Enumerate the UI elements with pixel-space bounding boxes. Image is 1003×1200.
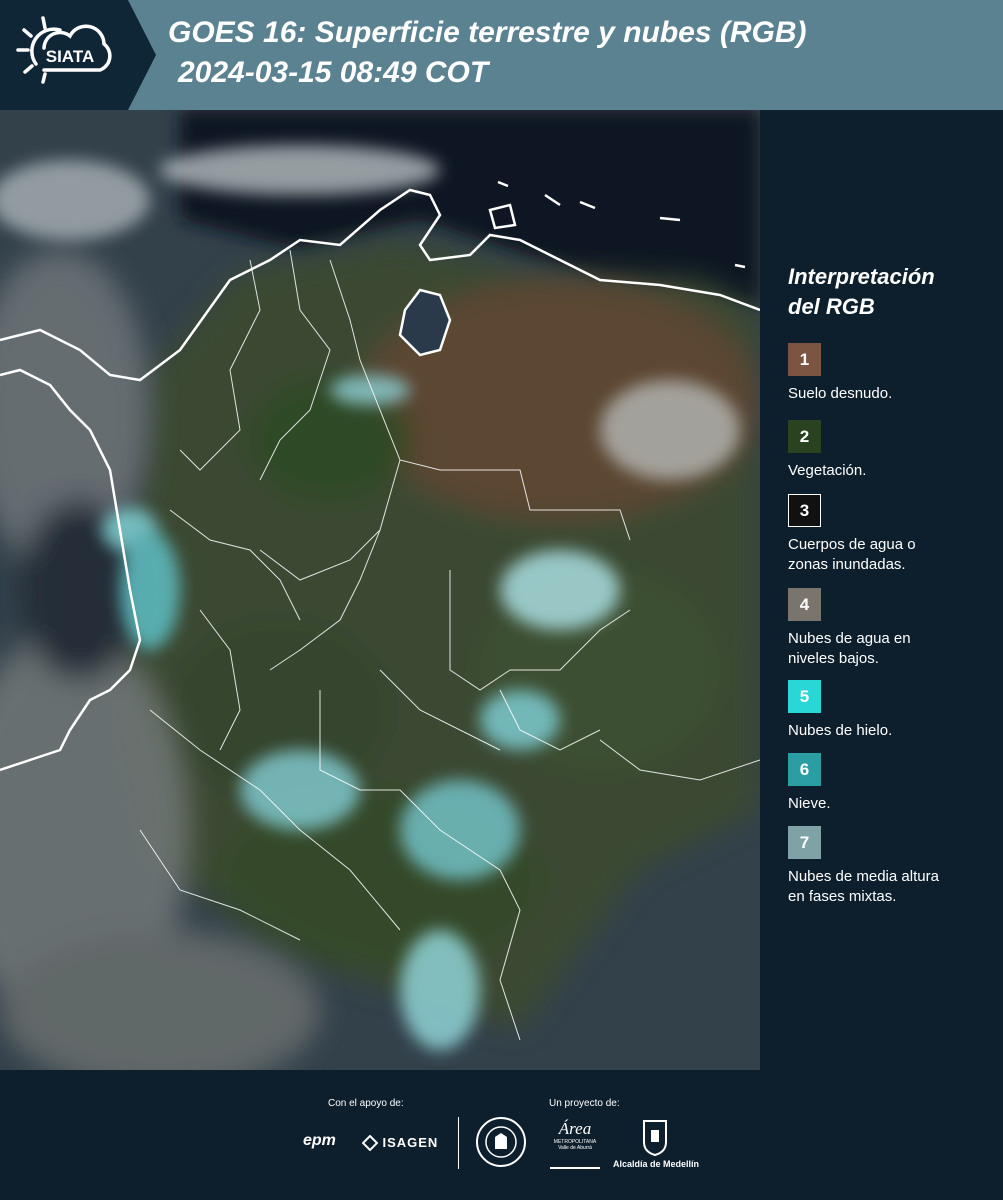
legend-title-line1: Interpretación <box>788 264 935 289</box>
legend-swatch-number: 5 <box>799 686 810 706</box>
legend-swatch-number: 4 <box>799 594 810 614</box>
support-label: Con el apoyo de: <box>328 1098 404 1109</box>
legend-swatch-6: 6 <box>788 753 821 786</box>
legend-item-label: Vegetación. <box>788 462 867 479</box>
legend-swatch-2: 2 <box>788 420 821 453</box>
seal-icon <box>485 1126 517 1158</box>
legend-swatch-number: 6 <box>799 759 810 779</box>
legend-swatch-3: 3 <box>788 494 821 527</box>
footer-divider <box>458 1117 459 1169</box>
legend-item-low-water-clouds: 4 Nubes de agua en niveles bajos. <box>788 588 993 669</box>
project-label: Un proyecto de: <box>549 1098 620 1109</box>
satellite-image <box>0 110 760 1070</box>
area-logo-sub2: Valle de Aburrá <box>558 1145 592 1151</box>
legend-item-label: Nubes de media altura en fases mixtas. <box>788 868 939 905</box>
legend-swatch-5: 5 <box>788 680 821 713</box>
legend-item-label: Nubes de agua en niveles bajos. <box>788 630 911 667</box>
legend-item-snow: 6 Nieve. <box>788 753 993 814</box>
area-logo-text: Área <box>558 1119 592 1138</box>
legend-panel: Interpretación del RGB 1 Suelo desnudo. … <box>760 110 1003 1070</box>
alcaldia-shield-logo <box>640 1118 670 1157</box>
isagen-label: ISAGEN <box>382 1135 439 1150</box>
legend-item-label: Nieve. <box>788 795 831 812</box>
legend-item-mid-level-clouds: 7 Nubes de media altura en fases mixtas. <box>788 826 993 907</box>
epm-logo: epm <box>303 1132 336 1149</box>
footer: Con el apoyo de: Un proyecto de: epm ISA… <box>0 1070 1003 1200</box>
legend-item-label: Nubes de hielo. <box>788 722 893 739</box>
shield-icon <box>643 1120 667 1157</box>
alcaldia-label: Alcaldía de Medellín <box>613 1159 700 1169</box>
isagen-mark-icon <box>361 1134 379 1152</box>
legend-swatch-1: 1 <box>788 343 821 376</box>
legend-swatch-number: 3 <box>799 500 810 520</box>
logo-arrow-shape <box>128 0 156 110</box>
legend-item-water-bodies: 3 Cuerpos de agua o zonas inundadas. <box>788 494 993 575</box>
medellin-seal-logo <box>476 1117 526 1167</box>
legend-item-label: Cuerpos de agua o zonas inundadas. <box>788 536 916 573</box>
sun-cloud-icon: SIATA <box>16 16 112 84</box>
legend-item-vegetation: 2 Vegetación. <box>788 420 993 481</box>
legend-title-line2: del RGB <box>788 294 875 319</box>
legend-item-ice-clouds: 5 Nubes de hielo. <box>788 680 993 741</box>
legend-item-label: Suelo desnudo. <box>788 385 893 402</box>
legend-swatch-number: 2 <box>799 426 810 446</box>
satellite-map <box>0 110 760 1070</box>
page-timestamp: 2024-03-15 08:49 COT <box>178 56 489 89</box>
legend-item-bare-soil: 1 Suelo desnudo. <box>788 343 993 404</box>
isagen-logo: ISAGEN <box>361 1134 439 1152</box>
siata-logo: SIATA <box>0 0 128 110</box>
header-bar: SIATA GOES 16: Superficie terrestre y nu… <box>0 0 1003 110</box>
legend-swatch-number: 1 <box>799 349 810 369</box>
page-title: GOES 16: Superficie terrestre y nubes (R… <box>168 16 807 49</box>
legend-swatch-4: 4 <box>788 588 821 621</box>
svg-text:SIATA: SIATA <box>46 47 94 66</box>
legend-swatch-number: 7 <box>799 832 810 852</box>
area-metropolitana-logo: Área METROPOLITANA Valle de Aburrá <box>550 1119 600 1169</box>
legend-title: Interpretación del RGB <box>788 262 988 322</box>
legend-swatch-7: 7 <box>788 826 821 859</box>
